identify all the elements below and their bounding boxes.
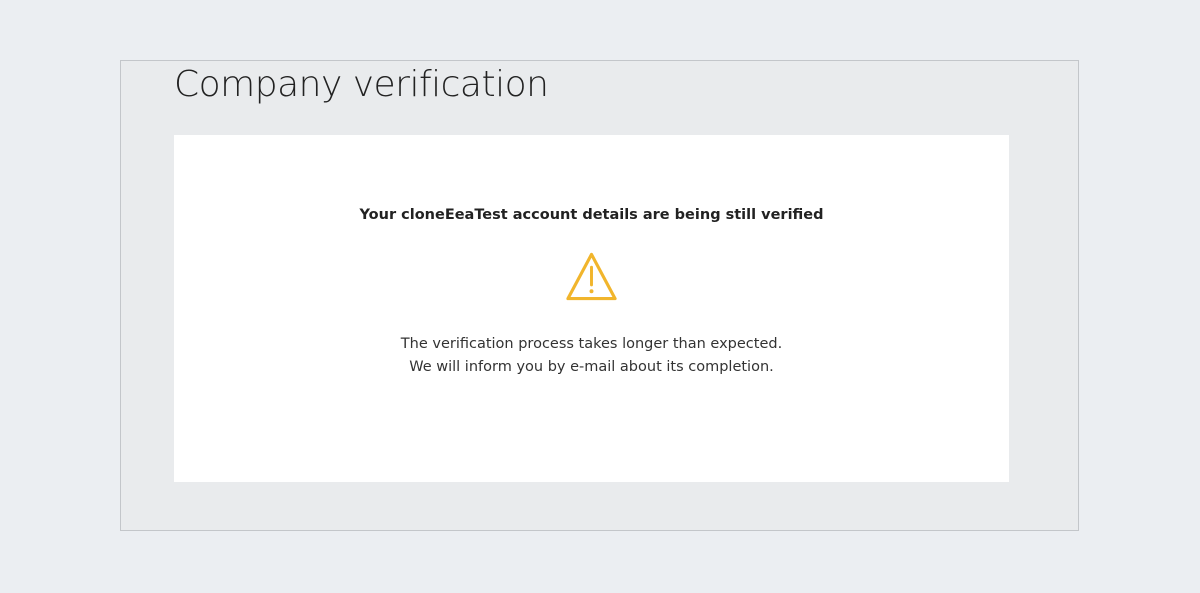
status-heading: Your cloneEeaTest account details are be… — [359, 207, 824, 223]
status-message: The verification process takes longer th… — [174, 333, 1009, 379]
page-title: Company verification — [174, 64, 549, 105]
status-message-line-1: The verification process takes longer th… — [400, 336, 783, 352]
verification-panel: Company verification Your cloneEeaTest a… — [120, 60, 1079, 531]
verification-status-card: Your cloneEeaTest account details are be… — [174, 135, 1009, 482]
warning-triangle-icon — [566, 252, 617, 301]
status-message-line-2: We will inform you by e-mail about its c… — [409, 359, 774, 375]
